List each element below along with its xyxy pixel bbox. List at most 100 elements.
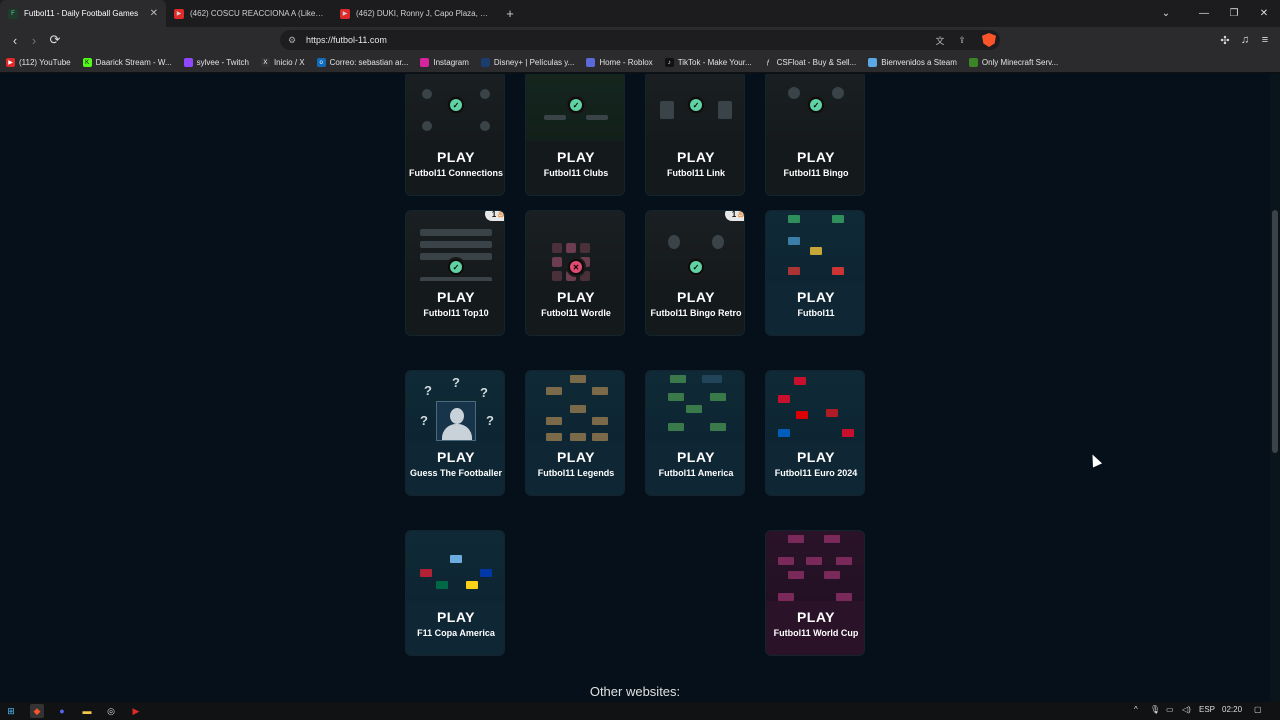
game-title: Guess The Footballer [409, 468, 503, 478]
game-card-top10[interactable]: ✓ 1 ♨ PLAY Futbol11 Top10 [405, 210, 505, 336]
game-title: F11 Copa America [417, 628, 495, 638]
game-title: Futbol11 Bingo Retro [650, 308, 742, 318]
fire-icon: ♨ [737, 210, 745, 219]
game-card-futbol11[interactable]: PLAY Futbol11 [765, 210, 865, 336]
bookmark-steam[interactable]: Bienvenidos a Steam [862, 53, 963, 73]
outlook-icon: o [316, 58, 326, 67]
player-silhouette-icon [436, 401, 476, 441]
notification-icon[interactable]: ▢ [1254, 705, 1262, 714]
game-title: Futbol11 Connections [408, 168, 503, 178]
bookmark-tiktok[interactable]: ♪ TikTok - Make Your... [659, 53, 758, 73]
close-window-icon[interactable]: ✕ [1248, 0, 1280, 27]
bookmark-youtube[interactable]: ▶ (112) YouTube [0, 53, 77, 73]
game-card-connections[interactable]: ✓ PLAY Futbol11 Connections [405, 74, 505, 196]
bookmark-outlook[interactable]: o Correo: sebastian ar... [311, 53, 415, 73]
game-card-clubs[interactable]: ✓ PLAY Futbol11 Clubs [525, 74, 625, 196]
translate-icon[interactable]: 文 [934, 34, 946, 46]
brave-taskbar-icon[interactable]: ◆ [30, 704, 44, 718]
play-label: PLAY [796, 609, 836, 625]
game-card-legends[interactable]: PLAY Futbol11 Legends [525, 370, 625, 496]
game-title: Futbol11 [797, 308, 835, 318]
youtube-icon: ▶ [6, 58, 15, 67]
play-label: PLAY [556, 149, 596, 165]
game-title: Futbol11 Legends [537, 468, 615, 478]
instagram-icon [420, 58, 430, 67]
scrollbar-thumb[interactable] [1272, 210, 1278, 453]
steam-icon [868, 58, 878, 67]
restore-icon[interactable]: ❐ [1218, 0, 1250, 27]
page-scrollbar[interactable] [1270, 74, 1280, 702]
bookmark-x[interactable]: X Inicio / X [255, 53, 311, 73]
game-card-world-cup[interactable]: PLAY Futbol11 World Cup [765, 530, 865, 656]
microphone-icon[interactable]: 🎙 [1150, 705, 1160, 714]
game-title: Futbol11 Bingo [783, 168, 849, 178]
file-explorer-icon[interactable]: ▬ [80, 704, 94, 718]
forward-button[interactable]: › [24, 30, 44, 50]
completed-check-icon: ✓ [686, 95, 706, 115]
bookmark-csfloat[interactable]: ƒ CSFloat - Buy & Sell... [758, 53, 863, 73]
play-label: PLAY [796, 449, 836, 465]
game-card-bingo[interactable]: ✓ PLAY Futbol11 Bingo [765, 74, 865, 196]
game-card-link[interactable]: ✓ PLAY Futbol11 Link [645, 74, 745, 196]
game-title: Futbol11 World Cup [773, 628, 859, 638]
play-label: PLAY [556, 289, 596, 305]
youtube-icon: ▶ [340, 8, 350, 19]
game-card-bingo-retro[interactable]: ✓ 1 ♨ PLAY Futbol11 Bingo Retro [645, 210, 745, 336]
site-info-icon[interactable]: ⚙ [286, 34, 298, 46]
steam-taskbar-icon[interactable]: ◎ [104, 704, 118, 718]
address-toolbar: ‹ › ⟳ ⚙ https://futbol-11.com 文 ⇪ ✣ ♫ ≡ [0, 27, 1280, 53]
url-text[interactable]: https://futbol-11.com [306, 35, 387, 45]
address-bar[interactable]: ⚙ https://futbol-11.com 文 ⇪ [280, 30, 1000, 50]
clock[interactable]: 02:20 [1222, 705, 1242, 714]
discord-taskbar-icon[interactable]: ● [55, 704, 69, 718]
bookmark-twitch[interactable]: sylvee - Twitch [178, 53, 255, 73]
game-card-copa-america[interactable]: PLAY F11 Copa America [405, 530, 505, 656]
chevron-up-icon[interactable]: ^ [1134, 705, 1138, 714]
game-title: Futbol11 Wordle [541, 308, 611, 318]
tab-coscu[interactable]: ▶ (462) COSCU REACCIONA A (Like Bo... [166, 0, 332, 27]
bookmark-minecraft[interactable]: Only Minecraft Serv... [963, 53, 1064, 73]
bookmark-kick[interactable]: K Daarick Stream - W... [77, 53, 178, 73]
menu-icon[interactable]: ≡ [1258, 32, 1272, 48]
roblox-icon [586, 58, 596, 67]
windows-taskbar: ⊞ ◆ ● ▬ ◎ ▶ ^ 🎙 ▭ ◁) ESP 02:20 ▢ [0, 702, 1280, 720]
volume-icon[interactable]: ◁) [1182, 705, 1191, 714]
minimize-icon[interactable]: — [1188, 0, 1220, 27]
windows-start-icon[interactable]: ⊞ [4, 704, 18, 718]
csfloat-icon: ƒ [763, 58, 773, 67]
close-tab-icon[interactable]: ✕ [150, 8, 158, 19]
chevron-down-icon[interactable]: ⌄ [1150, 0, 1182, 27]
game-card-wordle[interactable]: ✕ PLAY Futbol11 Wordle [525, 210, 625, 336]
completed-check-icon: ✓ [806, 95, 826, 115]
new-tab-button[interactable]: + [498, 0, 522, 27]
tab-label: Futbol11 - Daily Football Games [24, 9, 139, 18]
play-label: PLAY [436, 289, 476, 305]
bookmark-roblox[interactable]: Home - Roblox [580, 53, 658, 73]
bookmark-disney[interactable]: Disney+ | Películas y... [475, 53, 580, 73]
bookmarks-bar: ▶ (112) YouTube K Daarick Stream - W... sy… [0, 53, 1280, 73]
game-title: Futbol11 Link [666, 168, 725, 178]
brave-shields-icon[interactable] [982, 33, 996, 47]
game-title: Futbol11 Top10 [423, 308, 489, 318]
bookmark-instagram[interactable]: Instagram [414, 53, 475, 73]
tab-strip: F Futbol11 - Daily Football Games ✕ ▶ (4… [0, 0, 1280, 27]
game-card-euro-2024[interactable]: PLAY Futbol11 Euro 2024 [765, 370, 865, 496]
minecraft-icon [968, 58, 978, 67]
game-card-america[interactable]: PLAY Futbol11 America [645, 370, 745, 496]
tab-duki[interactable]: ▶ (462) DUKI, Ronny J, Capo Plaza, Pabl.… [332, 0, 498, 27]
share-icon[interactable]: ⇪ [956, 34, 968, 46]
streak-badge: 1 ♨ [725, 210, 745, 221]
play-label: PLAY [676, 289, 716, 305]
media-icon[interactable]: ♫ [1238, 32, 1252, 48]
network-icon[interactable]: ▭ [1166, 705, 1174, 714]
game-title: Futbol11 Euro 2024 [774, 468, 858, 478]
extensions-icon[interactable]: ✣ [1218, 32, 1232, 48]
x-icon: X [260, 58, 270, 67]
play-label: PLAY [796, 289, 836, 305]
back-button[interactable]: ‹ [5, 30, 25, 50]
language-indicator[interactable]: ESP [1199, 705, 1215, 714]
youtube-taskbar-icon[interactable]: ▶ [129, 704, 143, 718]
reload-button[interactable]: ⟳ [45, 30, 65, 50]
tab-futbol11[interactable]: F Futbol11 - Daily Football Games ✕ [0, 0, 166, 27]
game-card-guess-footballer[interactable]: ? ? ? ? ? ? ? ? PLAYGuess The Footballer [405, 370, 505, 496]
